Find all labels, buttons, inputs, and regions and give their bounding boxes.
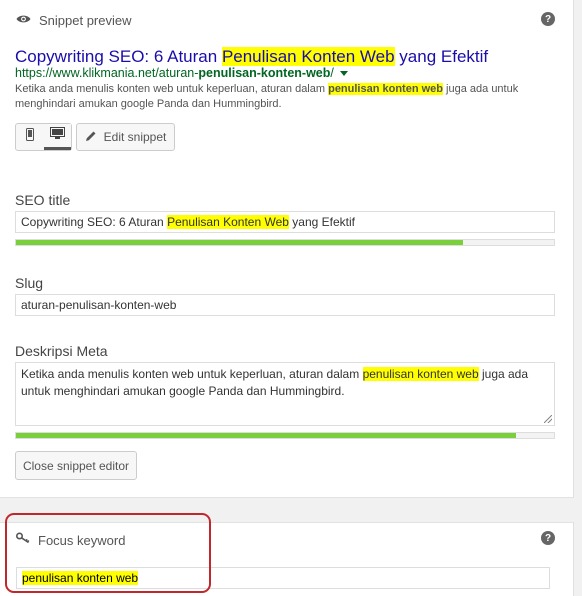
seo-title-text-end: yang Efektif	[288, 215, 355, 229]
snippet-title-keyword: Penulisan Konten Web	[221, 47, 395, 66]
focus-keyword-label: Focus keyword	[38, 532, 126, 548]
focus-keyword-panel: Focus keyword ? penulisan konten web	[0, 522, 574, 596]
snippet-title-text-end: yang Efektif	[394, 47, 489, 66]
seo-title-text: Copywriting SEO: 6 Aturan	[21, 215, 168, 229]
focus-keyword-value: penulisan konten web	[22, 571, 139, 585]
key-icon	[15, 531, 30, 549]
close-snippet-editor-button[interactable]: Close snippet editor	[15, 451, 137, 480]
seo-title-progress	[15, 239, 555, 246]
pencil-icon	[85, 130, 97, 145]
meta-text: Ketika anda menulis konten web untuk kep…	[21, 367, 363, 381]
snippet-url-keyword: penulisan-konten-web	[198, 66, 331, 80]
snippet-url-preview[interactable]: https://www.klikmania.net/aturan-penulis…	[15, 66, 348, 80]
slug-label: Slug	[15, 275, 44, 291]
meta-keyword: penulisan konten web	[362, 367, 479, 381]
snippet-url-text: https://www.klikmania.net/aturan-	[15, 66, 199, 80]
help-icon[interactable]: ?	[541, 12, 555, 26]
snippet-url-text-end: /	[330, 66, 334, 80]
focus-keyword-header: Focus keyword	[15, 531, 126, 549]
edit-snippet-label: Edit snippet	[103, 130, 167, 144]
mobile-icon	[25, 128, 34, 146]
mobile-preview-button[interactable]	[16, 124, 44, 150]
snippet-description-preview[interactable]: Ketika anda menulis konten web untuk kep…	[15, 82, 535, 112]
meta-description-label: Deskripsi Meta	[15, 343, 108, 359]
seo-title-label: SEO title	[15, 192, 71, 208]
help-icon[interactable]: ?	[541, 531, 555, 545]
device-toggle	[15, 123, 72, 151]
seo-title-keyword: Penulisan Konten Web	[167, 215, 289, 229]
desktop-icon	[49, 126, 65, 145]
snippet-preview-label: Snippet preview	[39, 12, 132, 28]
focus-keyword-input[interactable]: penulisan konten web	[16, 567, 550, 589]
snippet-title-preview[interactable]: Copywriting SEO: 6 Aturan Penulisan Kont…	[15, 47, 488, 67]
meta-description-progress	[15, 432, 555, 439]
seo-title-progress-fill	[16, 240, 463, 245]
desktop-preview-button[interactable]	[43, 124, 71, 150]
meta-description-textarea[interactable]: Ketika anda menulis konten web untuk kep…	[15, 362, 555, 426]
meta-description-progress-fill	[16, 433, 517, 438]
snippet-preview-header[interactable]: Snippet preview	[16, 11, 132, 29]
snippet-panel: Snippet preview ? Copywriting SEO: 6 Atu…	[0, 0, 574, 498]
snippet-title-text: Copywriting SEO: 6 Aturan	[15, 47, 222, 66]
caret-down-icon	[339, 71, 348, 77]
snippet-desc-keyword: penulisan konten web	[328, 83, 443, 95]
edit-snippet-button[interactable]: Edit snippet	[76, 123, 175, 151]
eye-icon	[16, 11, 31, 29]
slug-input[interactable]: aturan-penulisan-konten-web	[15, 294, 555, 316]
seo-title-input[interactable]: Copywriting SEO: 6 Aturan Penulisan Kont…	[15, 211, 555, 233]
resize-handle[interactable]	[544, 415, 552, 423]
snippet-desc-text: Ketika anda menulis konten web untuk kep…	[15, 83, 329, 95]
